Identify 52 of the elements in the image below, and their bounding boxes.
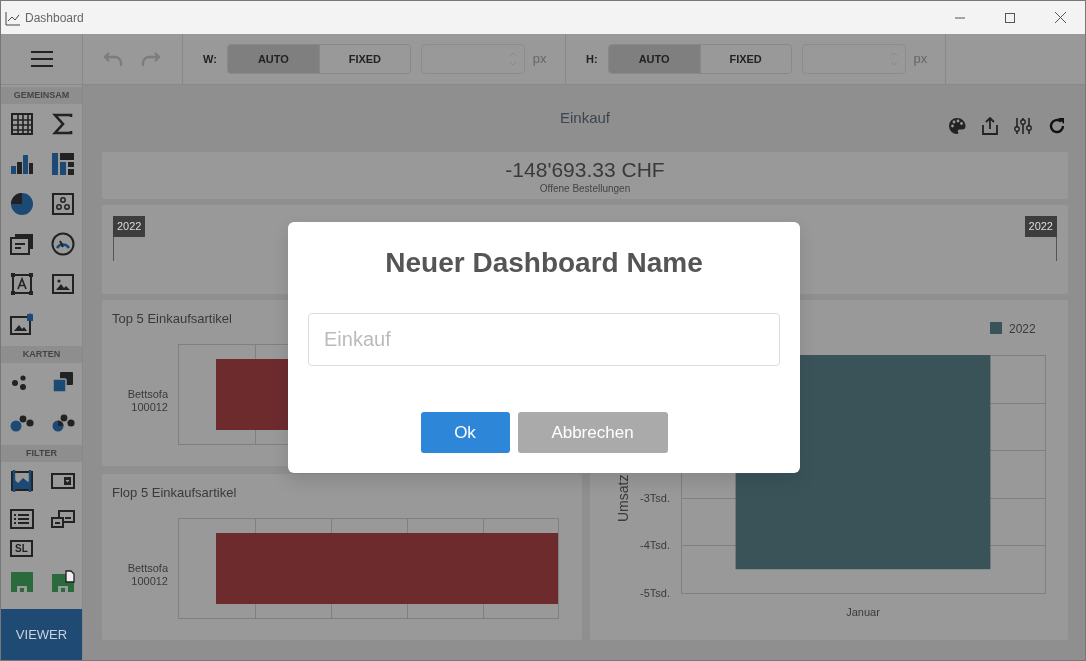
dialog-title: Neuer Dashboard Name [385, 247, 703, 278]
toggle-button[interactable]: FIXED [318, 44, 410, 73]
ok-button[interactable]: Ok [420, 412, 510, 453]
pie-chart-icon[interactable] [9, 191, 34, 216]
category-label: Bettsofa 100012 [127, 562, 168, 587]
axis-title: Umsatz [615, 474, 631, 522]
category-label: Januar [846, 606, 880, 618]
sl-label[interactable]: SL [10, 540, 33, 558]
category-label: Bettsofa 100012 [127, 388, 168, 413]
toggle-button[interactable]: FIXED [699, 44, 791, 73]
list-icon[interactable] [9, 506, 34, 531]
section-header: FILTER [1, 444, 82, 462]
name-input[interactable]: Einkauf [308, 313, 780, 366]
chart-title: Top 5 Einkaufsartikel [112, 310, 232, 328]
close-icon[interactable] [1054, 12, 1066, 23]
image-icon[interactable] [50, 271, 75, 296]
toggle-button[interactable]: AUTO [227, 44, 319, 73]
tick-label: -4Tsd. [640, 539, 670, 552]
size-label: W: [203, 51, 217, 67]
dashboard-title: Einkauf [559, 109, 610, 126]
palette-icon[interactable] [948, 116, 966, 135]
value-text: -148'693.33 CHF [504, 157, 666, 181]
range-handle[interactable]: 2022 [113, 216, 146, 261]
save-as-icon[interactable] [50, 569, 75, 594]
size-label: H: [586, 51, 598, 67]
treemap-icon[interactable] [50, 151, 75, 176]
range-chart-icon[interactable] [9, 468, 34, 493]
gauge-icon[interactable] [50, 231, 75, 256]
card-icon[interactable] [9, 231, 34, 256]
section-header: KARTEN [1, 345, 82, 363]
grid-icon[interactable] [9, 111, 34, 136]
toggle-button[interactable]: AUTO [608, 44, 700, 73]
tick-label: -5Tsd. [640, 587, 670, 599]
range-handle[interactable]: 2022 [1024, 216, 1057, 261]
chart-title: Flop 5 Einkaufsartikel [112, 484, 237, 502]
maximize-icon[interactable] [1005, 12, 1015, 23]
image-database-icon[interactable] [9, 311, 34, 336]
viewer-button[interactable]: VIEWER [1, 609, 82, 660]
legend-label: 2022 [1009, 322, 1036, 336]
section-header: GEMEINSAM [1, 86, 82, 104]
line-chart-icon [5, 9, 21, 26]
dots-square-icon[interactable] [50, 191, 75, 216]
sigma-icon[interactable] [50, 111, 75, 136]
layers-icon[interactable] [50, 370, 75, 395]
window-title: Dashboard [25, 9, 84, 27]
tick-label: -3Tsd. [640, 491, 670, 504]
caption-text: Offene Bestellungen [538, 181, 632, 196]
text-frame-icon[interactable] [9, 271, 34, 296]
menu-icon[interactable] [30, 50, 53, 67]
share-icon[interactable] [982, 116, 998, 135]
sliders-icon[interactable] [1014, 116, 1032, 135]
refresh-icon[interactable] [1048, 116, 1066, 135]
